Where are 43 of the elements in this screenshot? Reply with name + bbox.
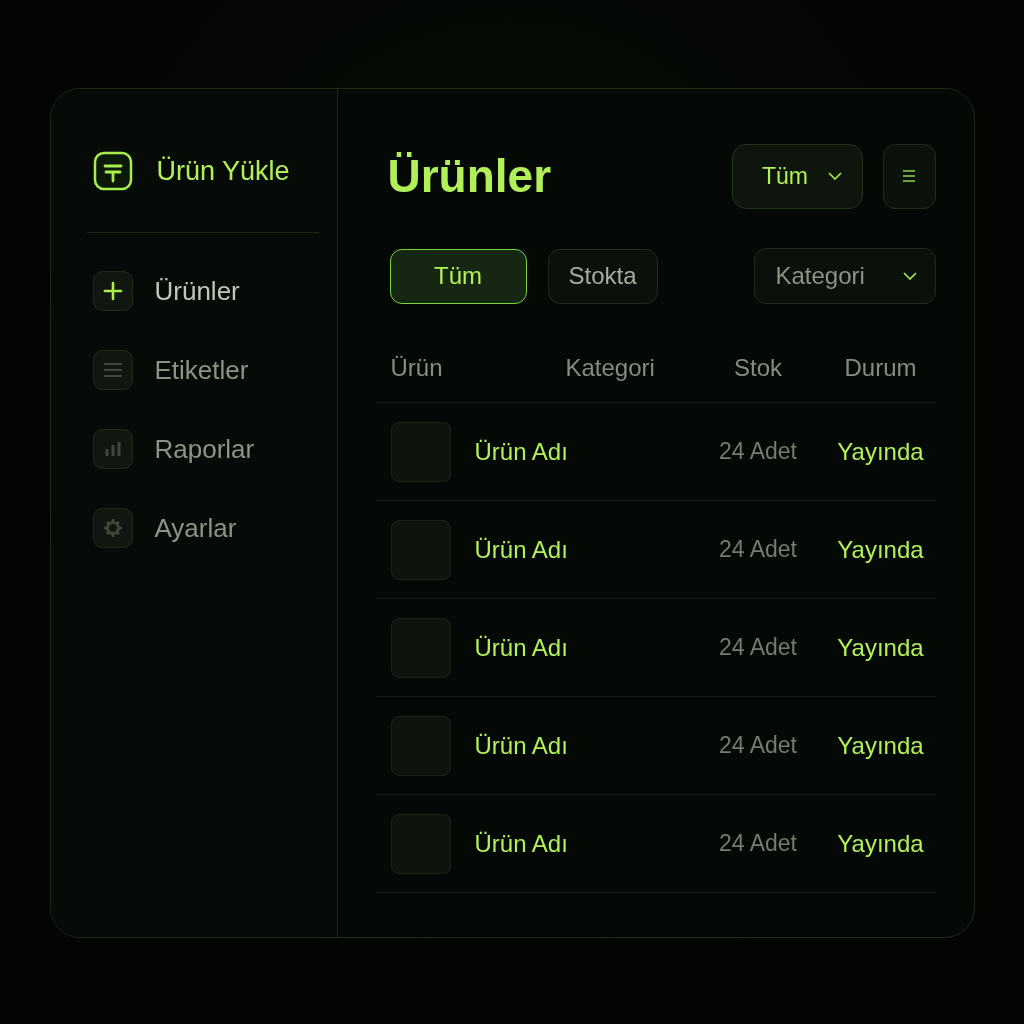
filter-dropdown[interactable]: Tüm bbox=[731, 143, 863, 209]
chevron-down-icon bbox=[828, 172, 842, 180]
gear-icon bbox=[92, 508, 133, 548]
status-label: Yayında bbox=[836, 829, 925, 858]
stock-count: 24 Adet bbox=[718, 634, 798, 661]
sidebar-item[interactable]: Ürünler bbox=[92, 271, 307, 311]
sidebar-item[interactable]: Ayarlar bbox=[92, 508, 307, 548]
stock-count: 24 Adet bbox=[718, 536, 798, 563]
sidebar-item[interactable]: Etiketler bbox=[92, 350, 307, 390]
column-header: Durum bbox=[843, 354, 918, 382]
category-dropdown[interactable]: Kategori bbox=[753, 248, 936, 304]
chevron-down-icon bbox=[902, 272, 917, 280]
product-name: Ürün Adı bbox=[474, 535, 568, 564]
column-header: Ürün bbox=[390, 354, 444, 382]
upload-icon bbox=[92, 151, 133, 191]
stock-count: 24 Adet bbox=[718, 830, 798, 857]
sidebar-item[interactable]: Raporlar bbox=[92, 429, 307, 469]
stock-count: 24 Adet bbox=[718, 732, 798, 759]
product-thumbnail bbox=[390, 617, 451, 678]
product-thumbnail bbox=[390, 813, 451, 874]
column-header: Kategori bbox=[565, 354, 656, 382]
bar-chart-icon bbox=[92, 429, 133, 469]
status-label: Yayında bbox=[836, 437, 925, 466]
filter-tab[interactable]: Stokta bbox=[547, 248, 658, 304]
status-label: Yayında bbox=[836, 535, 925, 564]
status-label: Yayında bbox=[836, 633, 925, 662]
stock-count: 24 Adet bbox=[718, 438, 798, 465]
status-label: Yayında bbox=[836, 731, 925, 760]
column-header: Stok bbox=[733, 354, 783, 382]
brand-name: Ürün Yükle bbox=[156, 155, 290, 187]
menu-button[interactable] bbox=[882, 143, 936, 209]
product-thumbnail bbox=[390, 715, 451, 776]
menu-icon bbox=[902, 169, 916, 183]
filter-tab[interactable]: Tüm bbox=[389, 248, 527, 304]
product-name: Ürün Adı bbox=[474, 829, 568, 858]
product-thumbnail bbox=[390, 519, 451, 580]
product-name: Ürün Adı bbox=[474, 437, 568, 466]
product-name: Ürün Adı bbox=[474, 731, 568, 760]
product-thumbnail bbox=[390, 421, 451, 482]
product-name: Ürün Adı bbox=[474, 633, 568, 662]
plus-icon bbox=[92, 271, 133, 311]
list-icon bbox=[92, 350, 133, 390]
page-title: Ürünler bbox=[387, 149, 552, 203]
